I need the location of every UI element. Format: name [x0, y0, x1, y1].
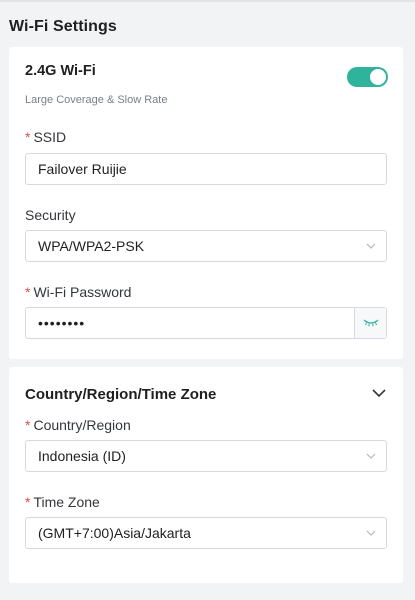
password-visibility-toggle[interactable]: [354, 308, 386, 338]
security-select[interactable]: WPA/WPA2-PSK: [25, 230, 387, 262]
country-region-label: * Country/Region: [25, 417, 131, 433]
toggle-knob: [370, 69, 386, 85]
required-mark: *: [25, 284, 31, 300]
chevron-down-icon: [366, 453, 376, 459]
page-title: Wi-Fi Settings: [9, 18, 117, 35]
ssid-label-text: SSID: [33, 129, 67, 145]
required-mark: *: [25, 494, 31, 510]
country-region-value: Indonesia (ID): [38, 448, 126, 464]
region-settings-card: Country/Region/Time Zone * Country/Region…: [9, 367, 403, 583]
region-section-title: Country/Region/Time Zone: [25, 386, 217, 403]
wifi-password-value: ••••••••: [38, 315, 86, 331]
ssid-input[interactable]: Failover Ruijie: [25, 153, 387, 185]
wifi-enable-toggle[interactable]: [347, 67, 388, 87]
wifi-password-label: * Wi-Fi Password: [25, 284, 131, 300]
time-zone-select[interactable]: (GMT+7:00)Asia/Jakarta: [25, 517, 387, 549]
country-region-label-text: Country/Region: [33, 417, 131, 433]
chevron-down-icon: [366, 243, 376, 249]
security-value: WPA/WPA2-PSK: [38, 238, 145, 254]
country-region-select[interactable]: Indonesia (ID): [25, 440, 387, 472]
time-zone-label: * Time Zone: [25, 494, 100, 510]
ssid-value: Failover Ruijie: [38, 161, 127, 177]
wifi-settings-card: 2.4G Wi-Fi Large Coverage & Slow Rate * S…: [9, 47, 403, 359]
chevron-down-icon: [366, 530, 376, 536]
required-mark: *: [25, 417, 31, 433]
wifi-band-title: 2.4G Wi-Fi: [25, 63, 96, 79]
wifi-password-input[interactable]: ••••••••: [25, 307, 387, 339]
wifi-band-description: Large Coverage & Slow Rate: [25, 94, 168, 106]
top-divider: [0, 0, 415, 2]
time-zone-label-text: Time Zone: [33, 494, 100, 510]
security-label: Security: [25, 207, 76, 223]
wifi-password-label-text: Wi-Fi Password: [33, 284, 132, 300]
chevron-down-icon[interactable]: [371, 387, 387, 399]
time-zone-value: (GMT+7:00)Asia/Jakarta: [38, 525, 191, 541]
eye-closed-icon: [363, 319, 378, 327]
ssid-label: * SSID: [25, 129, 66, 145]
required-mark: *: [25, 129, 31, 145]
